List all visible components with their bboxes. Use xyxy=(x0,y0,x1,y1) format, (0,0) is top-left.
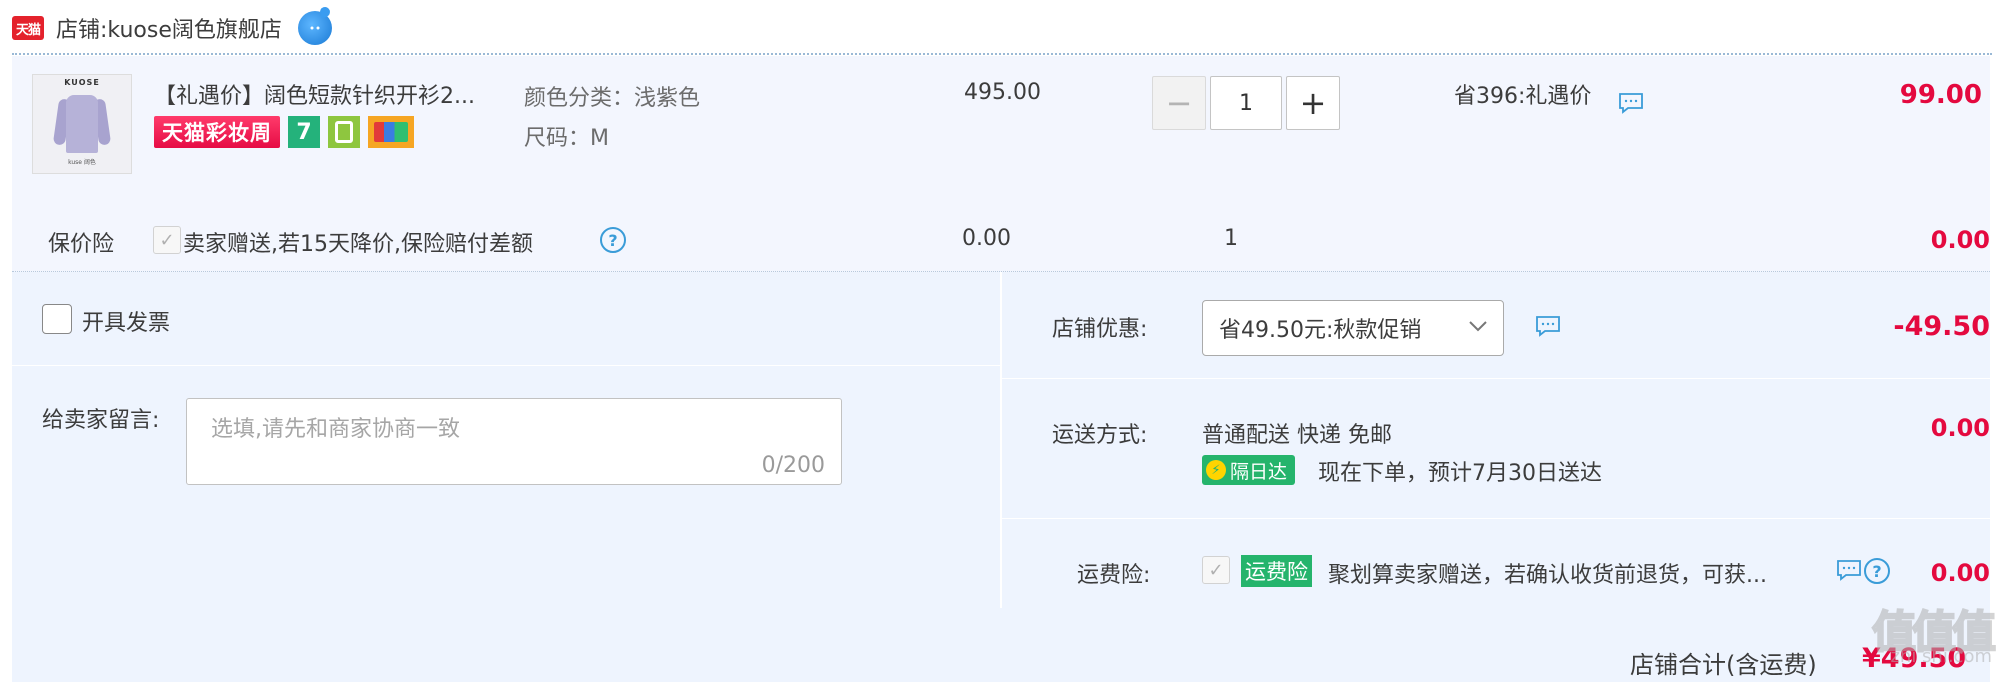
right-separator-1 xyxy=(1002,378,1990,379)
quantity-stepper: − 1 + xyxy=(1152,76,1340,130)
unit-price: 495.00 xyxy=(964,80,1041,105)
price-protection-qty: 1 xyxy=(1224,226,1238,251)
credit-card-icon xyxy=(368,116,414,148)
sku-size: 尺码：M xyxy=(524,126,609,151)
shop-total-label: 店铺合计(含运费) xyxy=(1630,651,1817,679)
coupon-selected-value: 省49.50元:秋款促销 xyxy=(1219,318,1422,343)
shipping-method-label: 运送方式: xyxy=(1052,423,1148,448)
price-protection-checkbox[interactable]: ✓ xyxy=(153,226,181,254)
product-title-link[interactable]: 【礼遇价】阔色短款针织开衫2... xyxy=(154,78,475,110)
seller-message-label: 给卖家留言: xyxy=(42,408,160,433)
sku-color: 颜色分类：浅紫色 xyxy=(524,86,701,111)
quantity-decrease-button[interactable]: − xyxy=(1152,76,1206,130)
shop-coupon-select[interactable]: 省49.50元:秋款促销 xyxy=(1202,300,1504,356)
festival-badge: 天猫彩妆周 xyxy=(154,116,280,148)
help-icon[interactable]: ? xyxy=(1864,558,1890,584)
price-protection-desc: 卖家赠送,若15天降价,保险赔付差额 xyxy=(183,232,533,257)
freight-insurance-label: 运费险: xyxy=(1077,563,1151,588)
freight-insurance-desc: 聚划算卖家赠送，若确认收货前退货，可获... xyxy=(1328,563,1767,588)
seller-message-placeholder: 选填,请先和商家协商一致 xyxy=(211,417,460,442)
comment-icon[interactable] xyxy=(1618,92,1644,114)
item-discount-label: 省396:礼遇价 xyxy=(1454,84,1592,109)
right-separator-2 xyxy=(1002,518,1990,519)
sweater-image xyxy=(52,91,112,155)
price-protection-label: 保价险 xyxy=(48,232,115,257)
comment-icon[interactable] xyxy=(1836,559,1862,581)
guarantee-icon xyxy=(328,116,360,148)
comment-icon[interactable] xyxy=(1535,315,1561,337)
chevron-down-icon xyxy=(1469,321,1487,332)
price-protection-price: 0.00 xyxy=(962,226,1011,251)
thumb-brand: KUOSE xyxy=(64,78,100,87)
shop-coupon-label: 店铺优惠: xyxy=(1052,317,1148,342)
shop-coupon-amount: -49.50 xyxy=(1893,311,1990,342)
panel-divider xyxy=(1000,272,1002,608)
shipping-fee: 0.00 xyxy=(1930,414,1990,442)
freight-insurance-badge: 运费险 xyxy=(1241,555,1312,587)
seven-day-return-icon: 7 xyxy=(288,116,320,148)
tmall-logo-icon: 天猫 xyxy=(12,16,44,40)
price-protection-total: 0.00 xyxy=(1930,226,1990,254)
help-icon[interactable]: ? xyxy=(600,227,626,253)
product-thumbnail[interactable]: KUOSE kuse 阔色 xyxy=(32,74,132,174)
watermark-logo: 值值值 zhi shi.com xyxy=(1836,596,1997,682)
quantity-increase-button[interactable]: + xyxy=(1286,76,1340,130)
thumb-caption: kuse 阔色 xyxy=(68,159,96,166)
char-counter: 0/200 xyxy=(761,453,825,478)
next-day-delivery-badge: ⚡ 隔日达 xyxy=(1202,455,1296,485)
lightning-icon: ⚡ xyxy=(1206,460,1226,480)
promo-badges: 天猫彩妆周 7 xyxy=(154,116,414,148)
watermark-text: zhi shi.com xyxy=(1890,646,1992,667)
delivery-estimate: 现在下单，预计7月30日送达 xyxy=(1318,461,1602,486)
invoice-label[interactable]: 开具发票 xyxy=(82,305,170,337)
invoice-checkbox[interactable] xyxy=(42,304,72,334)
item-subtotal: 99.00 xyxy=(1899,80,1982,110)
header-divider xyxy=(12,53,1992,55)
next-day-delivery-label: 隔日达 xyxy=(1230,460,1288,483)
shop-name-link[interactable]: kuose阔色旗舰店 xyxy=(107,12,281,44)
shop-prefix: 店铺: xyxy=(56,18,108,43)
quantity-input[interactable]: 1 xyxy=(1210,76,1282,130)
shop-header: 天猫 店铺: kuose阔色旗舰店 xyxy=(0,0,1998,56)
freight-insurance-checkbox[interactable]: ✓ xyxy=(1202,556,1230,584)
left-separator xyxy=(12,365,1000,366)
seller-message-input[interactable]: 选填,请先和商家协商一致 0/200 xyxy=(186,398,842,485)
wangwang-chat-icon[interactable] xyxy=(297,11,332,45)
shipping-method-value: 普通配送 快递 免邮 xyxy=(1202,423,1392,448)
freight-insurance-total: 0.00 xyxy=(1930,559,1990,587)
